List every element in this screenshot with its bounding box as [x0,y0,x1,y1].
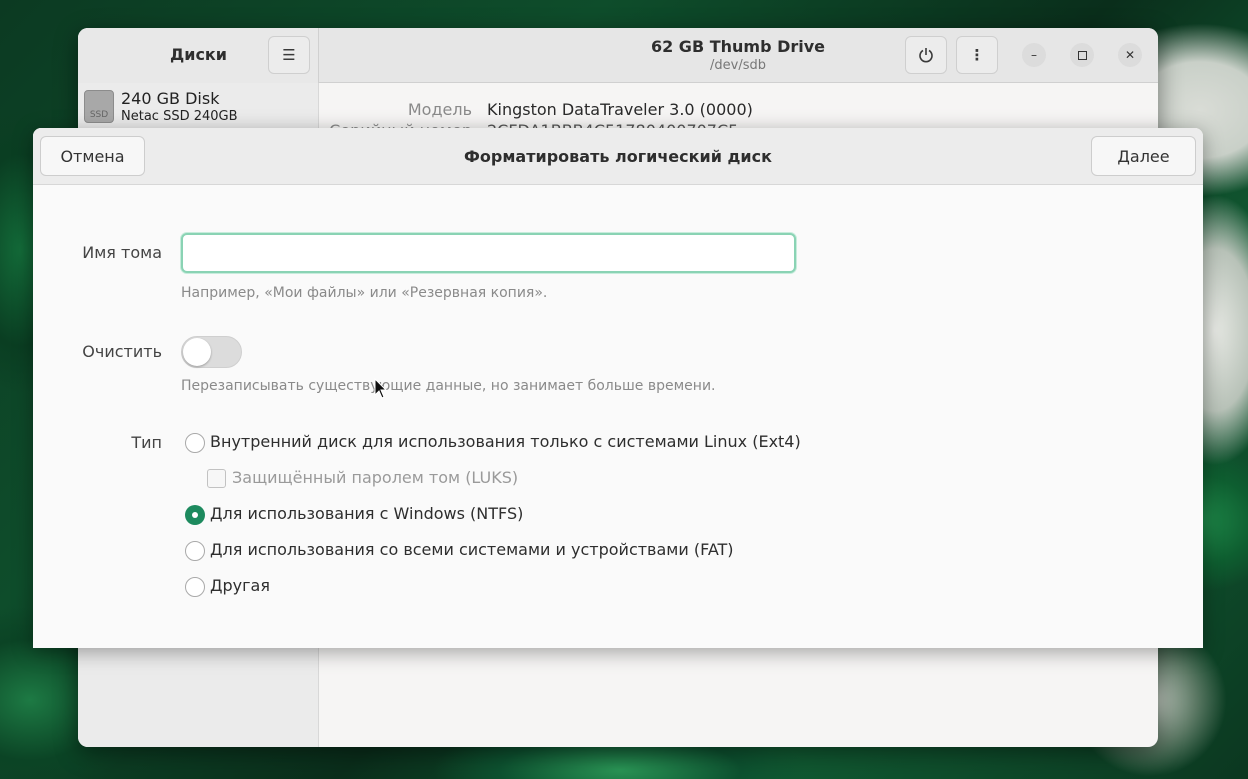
erase-toggle[interactable] [181,336,242,368]
power-button[interactable] [905,36,947,74]
minimize-button[interactable]: – [1022,43,1046,67]
radio-fat[interactable] [185,541,205,561]
disk-model: Netac SSD 240GB [121,109,238,124]
hamburger-icon: ☰ [282,46,296,64]
menu-button[interactable]: ☰ [268,36,310,74]
ssd-icon: SSD [84,90,114,123]
option-other-label[interactable]: Другая [210,576,270,595]
vertical-dots-icon: ⋮ [969,46,985,64]
toggle-knob [183,338,211,366]
luks-checkbox[interactable] [207,469,226,488]
radio-ext4[interactable] [185,433,205,453]
close-icon: ✕ [1124,48,1136,62]
volume-name-hint: Например, «Мои файлы» или «Резервная коп… [181,285,548,301]
close-button[interactable]: ✕ [1118,43,1142,67]
model-value: Kingston DataTraveler 3.0 (0000) [487,100,753,119]
option-ext4-label[interactable]: Внутренний диск для использования только… [210,432,801,451]
erase-label: Очистить [82,342,162,361]
window-title: 62 GB Thumb Drive [650,37,826,56]
maximize-icon [1077,50,1087,60]
erase-hint: Перезаписывать существующие данные, но з… [181,378,716,394]
window-subtitle: /dev/sdb [710,58,766,73]
type-label: Тип [131,433,162,452]
header-bar: Диски ☰ 62 GB Thumb Drive /dev/sdb ⋮ – ✕ [78,28,1158,83]
model-label: Модель [407,100,472,119]
option-ntfs-label[interactable]: Для использования с Windows (NTFS) [210,504,523,523]
option-luks-label: Защищённый паролем том (LUKS) [232,468,519,487]
next-button[interactable]: Далее [1091,136,1196,176]
dialog-header: Отмена Форматировать логический диск Дал… [33,128,1203,185]
disk-name: 240 GB Disk [121,89,220,108]
minimize-icon: – [1031,48,1037,62]
mouse-pointer-icon [374,378,388,399]
dialog-title: Форматировать логический диск [464,147,772,166]
radio-other[interactable] [185,577,205,597]
power-icon [919,48,933,63]
volume-name-label: Имя тома [82,243,162,262]
maximize-button[interactable] [1070,43,1094,67]
more-options-button[interactable]: ⋮ [956,36,998,74]
option-fat-label[interactable]: Для использования со всеми системами и у… [210,540,734,559]
radio-ntfs[interactable] [185,505,205,525]
volume-name-input[interactable] [181,233,796,273]
cancel-button[interactable]: Отмена [40,136,145,176]
format-dialog: Отмена Форматировать логический диск Дал… [33,128,1203,648]
